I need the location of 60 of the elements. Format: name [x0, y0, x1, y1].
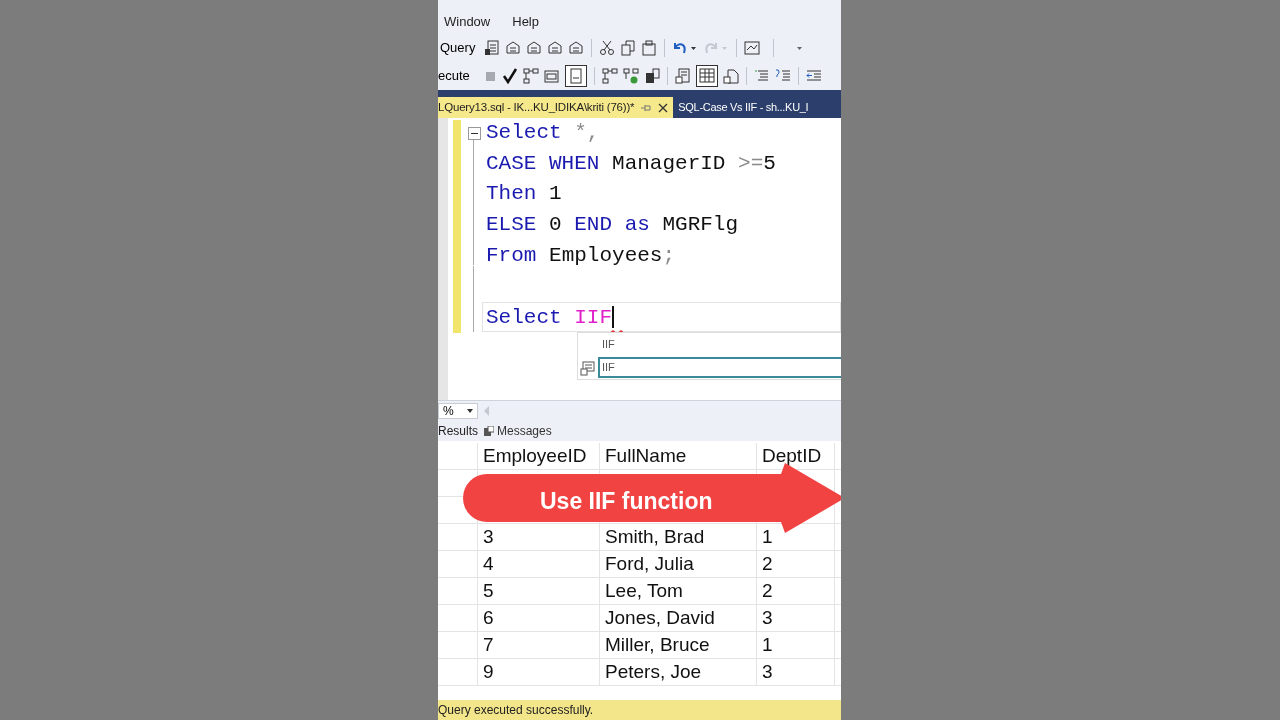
autocomplete-item[interactable]: IIF: [598, 357, 841, 378]
menu-item[interactable]: Window: [444, 12, 491, 32]
file-results-icon[interactable]: [722, 68, 739, 84]
zoom-dropdown[interactable]: %: [438, 402, 478, 419]
code-line[interactable]: Select IIF: [486, 304, 629, 335]
dropdown-caret-icon[interactable]: [467, 408, 473, 413]
table-cell: 3: [757, 659, 835, 685]
table-cell: Jones, David: [600, 605, 757, 631]
collapse-icon[interactable]: [468, 126, 481, 140]
execute-button[interactable]: ecute: [438, 66, 470, 86]
panel-icon[interactable]: [564, 65, 587, 87]
table-cell: 3: [478, 524, 600, 550]
code-line[interactable]: CASE WHEN ManagerID >=5: [486, 150, 776, 177]
column-header[interactable]: FullName: [600, 443, 757, 469]
document-tab[interactable]: SQL-Case Vs IIF - sh...KU_I: [673, 97, 809, 118]
banner-text: Use IIF function: [540, 487, 713, 516]
code-line[interactable]: ELSE 0 END as MGRFlg: [486, 212, 739, 239]
paste-icon[interactable]: [641, 40, 658, 56]
undo-icon[interactable]: [672, 40, 699, 56]
window-icon[interactable]: [744, 40, 761, 56]
outdent-icon[interactable]: [805, 68, 822, 84]
diagram-icon[interactable]: [522, 68, 539, 84]
table-cell: 6: [478, 605, 600, 631]
table-cell: 7: [478, 632, 600, 658]
code-line[interactable]: Then 1: [486, 181, 562, 208]
table-cell: 4: [478, 551, 600, 577]
close-icon[interactable]: [658, 102, 669, 113]
table-cell: 1: [757, 632, 835, 658]
messages-icon[interactable]: [484, 426, 494, 436]
table-cell: 9: [478, 659, 600, 685]
diagram-icon[interactable]: [601, 68, 618, 84]
document-tab[interactable]: LQuery13.sql - IK...KU_IDIKA\kriti (76))*: [438, 97, 674, 118]
new-query-button[interactable]: Query: [440, 38, 476, 58]
cut-icon[interactable]: [599, 40, 616, 56]
table-cell: Smith, Brad: [600, 524, 757, 550]
table-cell: 2: [757, 551, 835, 577]
table-cell: 5: [478, 578, 600, 604]
comment-lines-icon[interactable]: [753, 68, 770, 84]
status-bar: Query executed successfully.: [438, 700, 841, 720]
diagram-check-icon[interactable]: [622, 68, 639, 84]
table-cell: Ford, Julia: [600, 551, 757, 577]
uncomment-lines-icon[interactable]: [774, 68, 791, 84]
results-tab[interactable]: Messages: [484, 421, 552, 441]
menu-item[interactable]: Help: [512, 12, 539, 32]
code-line[interactable]: Select *,: [486, 120, 600, 147]
autocomplete-item[interactable]: IIF: [598, 334, 841, 355]
document-icon[interactable]: [484, 40, 501, 56]
text-cursor: [612, 306, 615, 329]
table-cell: 2: [757, 578, 835, 604]
check-icon[interactable]: [501, 68, 518, 84]
code-line[interactable]: From Employees;: [486, 242, 676, 269]
column-header[interactable]: EmployeeID: [478, 443, 600, 469]
copy-icon[interactable]: [620, 40, 637, 56]
table-cell: Peters, Joe: [600, 659, 757, 685]
stacked-windows-icon[interactable]: [543, 68, 560, 84]
table-cell: Lee, Tom: [600, 578, 757, 604]
grid-results-icon[interactable]: [695, 65, 718, 87]
text-results-icon[interactable]: [674, 68, 691, 84]
table-cell: 3: [757, 605, 835, 631]
table-cell: Miller, Bruce: [600, 632, 757, 658]
